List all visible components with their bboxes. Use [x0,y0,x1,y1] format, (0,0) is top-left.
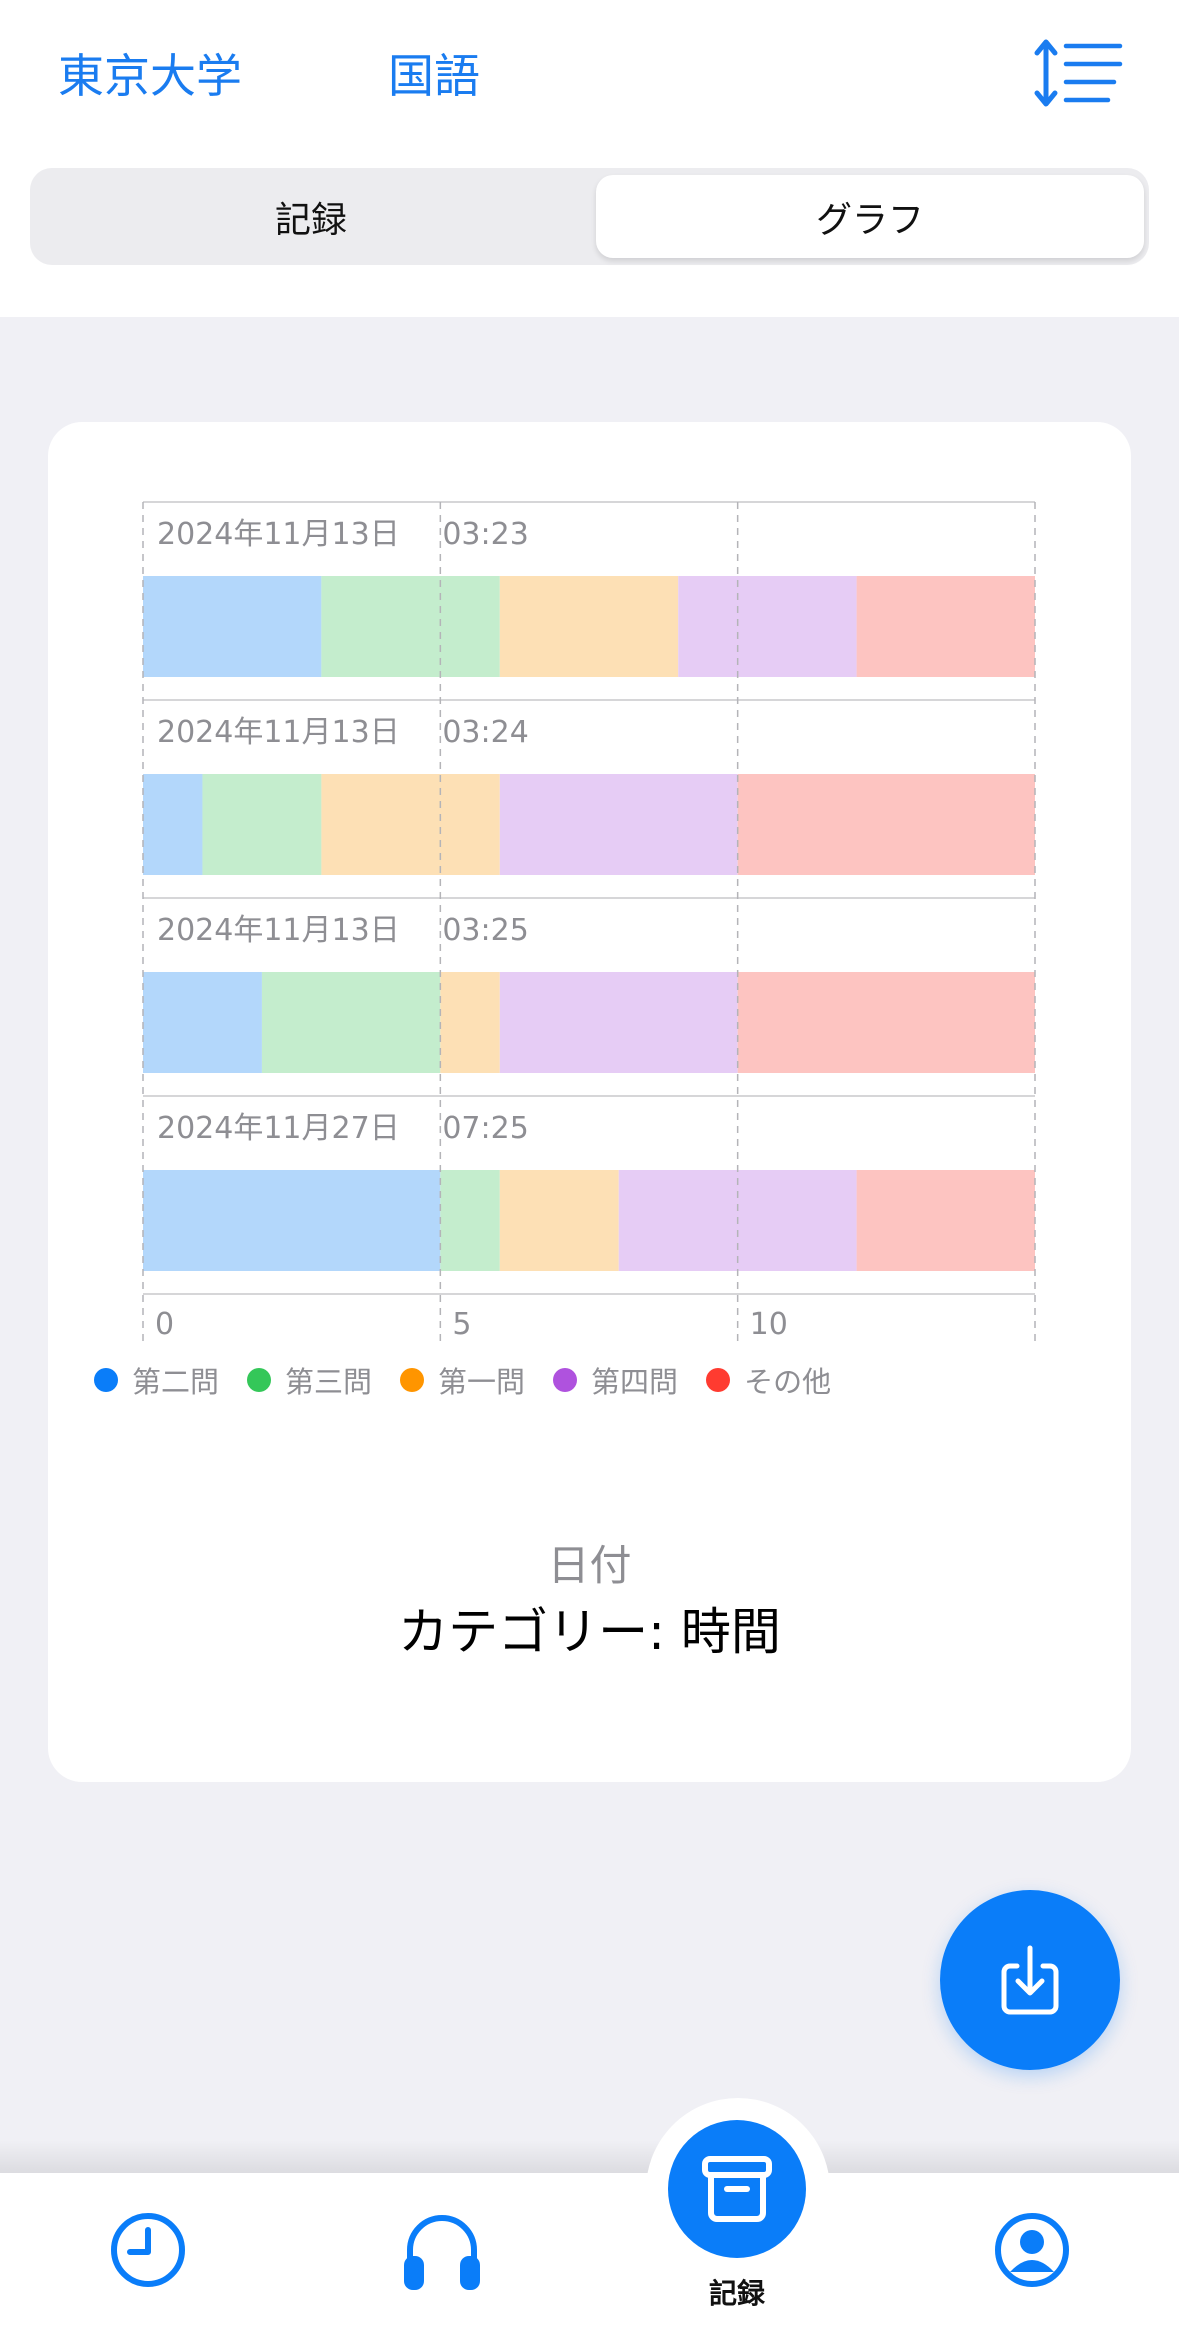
headphones-icon [404,2215,480,2290]
row-label-time: 03:23 [442,517,528,552]
legend-label: その他 [744,1365,832,1399]
legend-dot [400,1368,425,1392]
bar-segment [499,774,738,875]
tab-listening[interactable] [400,2208,484,2298]
bar-segment [678,576,857,677]
sort-lines-icon[interactable] [1032,38,1124,108]
row-label-time: 03:25 [442,913,528,948]
row-label-date: 2024年11月27日 [157,1111,400,1146]
view-segmented-control: 記録 グラフ [30,168,1149,265]
legend-label: 第三問 [285,1365,373,1399]
chart-legend: 第二問 第三問 第一問 第四問 その他 [94,1340,859,1420]
tab-history[interactable] [108,2210,188,2294]
row-label-date: 2024年11月13日 [157,517,400,552]
row-label-date: 2024年11月13日 [157,715,400,750]
export-button[interactable] [940,1890,1120,2070]
legend-item: 第四問 [553,1359,678,1401]
clock-icon [111,2213,185,2287]
bar-segment [856,576,1035,677]
tab-record-label: 記録 [708,2277,765,2310]
segment-record[interactable]: 記録 [37,175,585,258]
school-title[interactable]: 東京大学 [58,40,242,106]
legend-item: その他 [706,1359,831,1401]
bar-segment [143,774,203,875]
row-label-date: 2024年11月13日 [157,913,400,948]
bar-segment [143,972,262,1073]
bar-segment [856,1170,1035,1271]
bar-segment [143,576,322,677]
legend-label: 第一問 [438,1365,526,1399]
row-label-time: 03:24 [442,715,528,750]
bar-segment [143,1170,441,1271]
legend-dot [706,1368,731,1392]
tab-profile[interactable] [992,2210,1072,2294]
archive-box-icon [702,2156,772,2222]
legend-dot [94,1368,118,1392]
row-label-time: 07:25 [442,1111,528,1146]
legend-dot [247,1368,272,1392]
bar-segment [737,972,1035,1073]
category-caption: カテゴリー: 時間 [398,1603,781,1661]
legend-label: 第四問 [591,1365,679,1399]
x-tick-label: 0 [155,1307,174,1342]
segment-graph[interactable]: グラフ [596,175,1144,258]
bar-segment [499,972,738,1073]
bar-segment [440,972,500,1073]
x-tick-label: 5 [452,1307,471,1342]
header: 東京大学 国語 記録 グラフ [0,0,1179,317]
download-tray-icon [1001,1945,1059,2015]
bar-segment [499,576,679,677]
bar-segment [321,576,500,677]
bar-segment [737,774,1035,875]
x-tick-label: 10 [750,1307,788,1342]
bar-segment [440,1170,500,1271]
legend-item: 第三問 [247,1359,372,1401]
bar-segment [202,774,322,875]
person-circle-icon [995,2213,1069,2287]
legend-label: 第二問 [132,1365,220,1399]
bar-segment [261,972,441,1073]
bar-segment [499,1170,619,1271]
tab-record[interactable] [668,2120,806,2258]
subject-title[interactable]: 国語 [388,40,480,106]
x-axis-title: 日付 [547,1541,632,1590]
legend-item: 第二問 [94,1359,219,1401]
legend-item: 第一問 [400,1359,525,1401]
legend-dot [553,1368,578,1392]
bar-segment [321,774,500,875]
